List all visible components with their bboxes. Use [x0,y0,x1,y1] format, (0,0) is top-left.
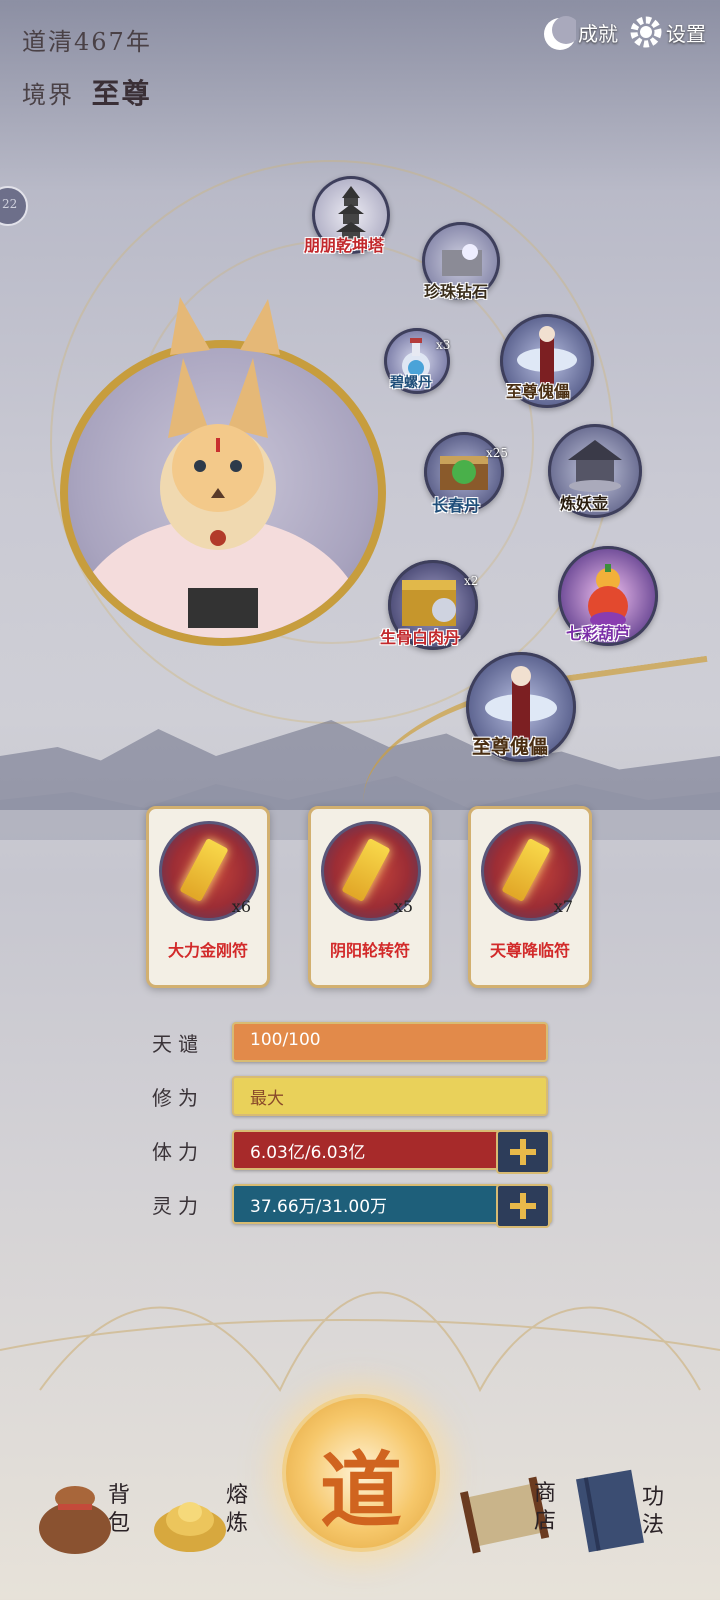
nav-shop[interactable]: 商店 [460,1462,570,1572]
item-pagoda-label: 朋朋乾坤塔 [304,236,385,255]
talisman-qty: x5 [393,897,413,916]
realm-value: 至尊 [91,77,152,110]
nav-bag[interactable]: 背包 [30,1460,140,1570]
gear-icon [628,12,664,52]
bag-icon [39,1486,111,1554]
item-biluo-label: 碧螺丹 [390,375,432,391]
item-demon-pot-label: 炼妖壶 [560,494,609,513]
talisman-icon [179,837,229,903]
stat-bar-tiandao: 100/100 [232,1022,548,1062]
stat-bar-tili: 6.03亿/6.03亿 [232,1130,552,1174]
stat-label-lingli: 灵力 [152,1194,204,1218]
talisman-name: 阴阳轮转符 [329,941,410,960]
stat-value-tiandao: 100/100 [250,1030,321,1050]
achievements-button[interactable]: 成就 [540,12,618,52]
item-puppet-1-label: 至尊傀儡 [506,382,571,401]
talisman-qty: x6 [231,897,251,916]
stat-value-tili: 6.03亿/6.03亿 [250,1143,366,1163]
year-suffix: 年 [125,28,152,56]
settings-button[interactable]: 设置 [628,12,706,52]
side-level-badge[interactable]: 22 [0,186,28,226]
stat-label-tili: 体力 [152,1140,204,1164]
talisman-icon [501,837,551,903]
item-bone-pill-qty: x2 [464,574,479,588]
talisman-name: 天尊降临符 [489,941,570,960]
talisman-icon [341,837,391,903]
nav-bag-label: 背包 [108,1483,131,1536]
talisman-name: 大力金刚符 [167,941,248,960]
nav-refine-label: 熔炼 [226,1483,249,1536]
year-value: 467 [74,28,126,56]
era-year: 道清467年 [22,22,152,57]
nav-shop-label: 商店 [534,1481,557,1534]
item-biluo-qty: x3 [436,338,451,352]
fox-character-icon [68,358,368,638]
stat-label-tiandao: 天谴 [152,1032,204,1056]
item-changchun-qty: x25 [486,446,509,460]
stat-value-lingli: 37.66万/31.00万 [250,1197,388,1217]
nav-skills[interactable]: 功法 [568,1460,688,1570]
stat-value-xiuwei: 最大 [250,1089,284,1109]
achievements-label: 成就 [578,21,618,46]
stat-bar-xiuwei: 最大 [232,1076,548,1116]
dao-main-button[interactable]: 道 [282,1394,440,1552]
stat-label-xiuwei: 修为 [152,1086,204,1110]
talisman-card-2[interactable]: x5 阴阳轮转符 [308,806,432,988]
nav-refine[interactable]: 熔炼 [150,1464,270,1574]
lotus-decoration [0,1240,720,1410]
moon-icon [540,12,576,52]
add-lingli-button[interactable] [496,1184,550,1228]
stat-bar-lingli: 37.66万/31.00万 [232,1184,552,1228]
talisman-card-1[interactable]: x6 大力金刚符 [146,806,270,988]
character-portrait[interactable] [60,340,386,646]
item-rainbow-gourd-label: 七彩葫芦 [566,624,631,643]
talisman-card-3[interactable]: x7 天尊降临符 [468,806,592,988]
item-bone-pill-label: 生骨白肉丹 [380,628,461,647]
item-puppet-2-label: 至尊傀儡 [472,736,549,758]
book-icon [576,1469,644,1553]
talisman-qty: x7 [553,897,573,916]
item-pearl-diamond-label: 珍珠钻石 [424,282,489,301]
side-badge-text: 22 [2,197,18,211]
portrait-ear-overflow [170,295,280,355]
era-label: 道清 [22,28,74,56]
realm-row: 境界 至尊 [22,72,152,112]
realm-label: 境界 [22,81,74,109]
nav-skills-label: 功法 [642,1485,665,1538]
item-changchun-label: 长春丹 [432,496,481,515]
settings-label: 设置 [666,21,706,46]
add-tili-button[interactable] [496,1130,550,1174]
dao-main-label: 道 [319,1443,402,1539]
